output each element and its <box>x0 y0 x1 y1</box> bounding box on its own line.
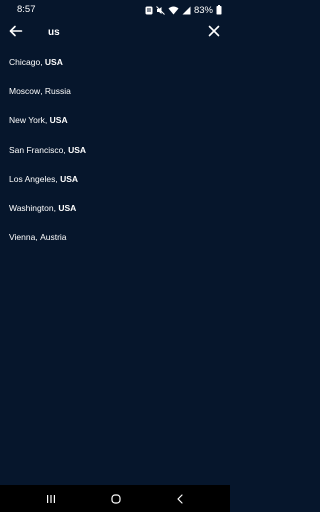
result-item-washington[interactable]: Washington, USA <box>0 193 230 222</box>
result-item-vienna[interactable]: Vienna, Austria <box>0 223 230 252</box>
result-country: Austria <box>40 232 67 243</box>
result-item-los-angeles[interactable]: Los Angeles, USA <box>0 164 230 193</box>
status-bar: 8:57 83% <box>0 0 230 20</box>
recents-button[interactable] <box>44 492 58 506</box>
mute-icon <box>156 5 165 15</box>
result-item-chicago[interactable]: Chicago, USA <box>0 47 230 76</box>
result-country: USA <box>58 203 77 214</box>
notification-icon <box>145 6 153 15</box>
result-city: Vienna <box>9 232 36 243</box>
search-input[interactable] <box>48 24 188 40</box>
result-country: Russia <box>44 85 71 96</box>
result-item-new-york[interactable]: New York, USA <box>0 106 230 135</box>
system-nav-bar <box>0 485 230 512</box>
back-button[interactable] <box>8 23 24 39</box>
result-country: USA <box>44 56 63 67</box>
result-city: Washington <box>9 203 54 214</box>
result-city: Los Angeles <box>9 173 56 184</box>
result-country: USA <box>68 144 87 155</box>
close-icon <box>208 25 220 37</box>
result-country: USA <box>49 115 68 126</box>
status-time: 8:57 <box>17 4 36 15</box>
home-icon <box>111 494 121 504</box>
result-item-moscow[interactable]: Moscow, Russia <box>0 76 230 105</box>
system-back-button[interactable] <box>173 492 187 506</box>
result-city: Chicago <box>9 56 41 67</box>
result-city: San Francisco <box>9 144 64 155</box>
result-item-san-francisco[interactable]: San Francisco, USA <box>0 135 230 164</box>
home-button[interactable] <box>109 492 123 506</box>
clear-search-button[interactable] <box>206 23 222 39</box>
result-country: USA <box>60 173 79 184</box>
result-city: New York <box>9 115 45 126</box>
arrow-left-icon <box>9 25 23 37</box>
result-city: Moscow <box>9 85 41 96</box>
chevron-left-icon <box>177 494 183 504</box>
battery-icon <box>216 5 222 15</box>
signal-icon <box>182 6 191 15</box>
search-bar <box>0 20 230 44</box>
recents-icon <box>47 495 55 503</box>
battery-percent: 83% <box>193 4 213 16</box>
wifi-icon <box>168 6 179 15</box>
search-results-list: Chicago, USA Moscow, Russia New York, US… <box>0 47 230 252</box>
status-icons: 83% <box>145 4 222 16</box>
